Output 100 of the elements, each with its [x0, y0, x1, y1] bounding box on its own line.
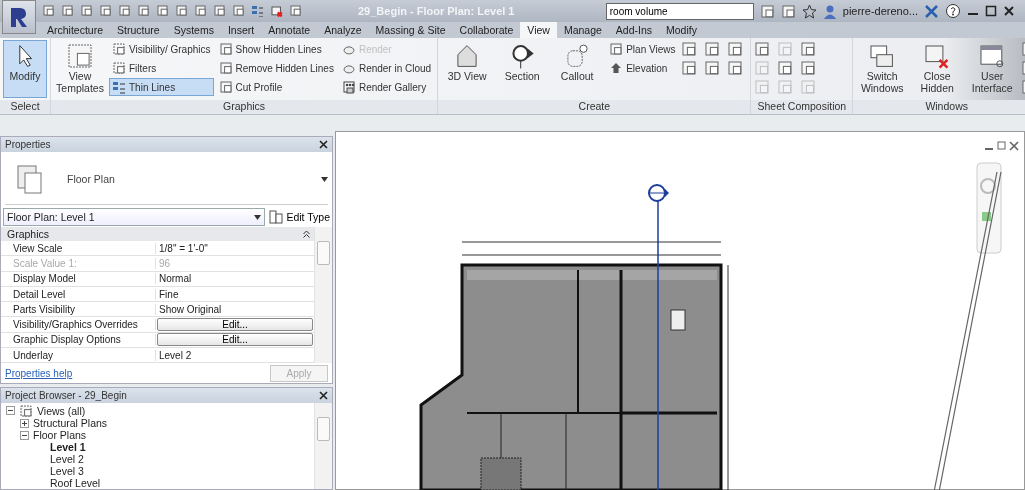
- property-value: 1/8" = 1'-0": [158, 242, 209, 254]
- ribbon-tool-button[interactable]: Visibility/ Graphics: [109, 40, 214, 58]
- property-name: Detail Level: [1, 288, 156, 300]
- property-name: View Scale: [1, 242, 156, 254]
- ribbon-tool-button[interactable]: Callout: [551, 40, 604, 98]
- ribbon-tool-button[interactable]: Elevation: [606, 59, 679, 77]
- user-icon: [822, 3, 837, 19]
- expand-icon[interactable]: [20, 418, 29, 428]
- close-icon[interactable]: [319, 140, 328, 149]
- ribbon-tab[interactable]: Structure: [110, 22, 167, 38]
- ribbon-tool-button[interactable]: Render Gallery: [338, 78, 435, 96]
- properties-help-link[interactable]: Properties help: [5, 367, 73, 379]
- property-name: Underlay: [1, 349, 156, 361]
- user-interface-icon: [979, 43, 1006, 69]
- ribbon-tab[interactable]: Annotate: [261, 22, 318, 38]
- drawing-canvas[interactable]: [335, 131, 1025, 490]
- callout-icon: [564, 43, 591, 69]
- ribbon-tab[interactable]: Massing & Site: [368, 22, 453, 38]
- search-field[interactable]: room volume: [605, 2, 754, 20]
- dropdown-caret-icon[interactable]: [321, 176, 328, 182]
- tree-item[interactable]: Level 3: [50, 465, 84, 478]
- ribbon-tool-button[interactable]: 3D View: [441, 40, 494, 98]
- star-icon[interactable]: [801, 3, 817, 19]
- view-templates-icon: [67, 43, 93, 69]
- ribbon-tool-button[interactable]: Render in Cloud: [338, 59, 435, 77]
- app-menu-button[interactable]: [2, 0, 36, 34]
- collapse-icon[interactable]: [303, 230, 311, 238]
- ribbon-tool-button[interactable]: Show Hidden Lines: [215, 40, 337, 58]
- scrollbar[interactable]: [314, 227, 332, 364]
- views-icon: [19, 403, 33, 418]
- property-name: Visibility/Graphics Overrides: [1, 319, 156, 331]
- window-title: 29_Begin - Floor Plan: Level 1: [358, 5, 516, 17]
- panel-title: Graphics: [51, 100, 438, 114]
- ribbon-tool-button[interactable]: Cut Profile: [215, 78, 337, 96]
- panel-title: Properties: [5, 139, 51, 150]
- edit-button[interactable]: Edit...: [157, 318, 314, 332]
- type-name: Floor Plan: [67, 173, 116, 185]
- property-value: 96: [158, 257, 172, 269]
- ribbon-tool-button[interactable]: Close Hidden: [911, 40, 964, 98]
- edit-button[interactable]: Edit...: [157, 333, 314, 347]
- ribbon-tool-button[interactable]: Plan Views: [606, 40, 679, 58]
- section-line-drawing[interactable]: [646, 182, 670, 490]
- dropdown-caret-icon: [254, 214, 262, 220]
- tree-item[interactable]: Views (all): [37, 404, 86, 417]
- tree-item[interactable]: Level 2: [50, 453, 84, 466]
- scrollbar[interactable]: [314, 403, 332, 489]
- tree-item[interactable]: Structural Plans: [33, 417, 108, 430]
- property-name: Scale Value 1:: [1, 257, 156, 269]
- maximize-icon[interactable]: [985, 5, 997, 17]
- view-window-controls-drawing[interactable]: [984, 140, 1020, 152]
- navigation-bar-drawing[interactable]: [976, 162, 1002, 254]
- ribbon-tab[interactable]: Add-Ins: [608, 22, 660, 38]
- close-hidden-icon: [924, 43, 951, 69]
- property-name: Display Model: [1, 273, 156, 285]
- ribbon-tab[interactable]: Modify: [659, 22, 704, 38]
- ribbon-tool-button[interactable]: Modify: [3, 40, 47, 98]
- panel-title: Windows: [853, 100, 1025, 114]
- ribbon-tab[interactable]: Manage: [556, 22, 609, 38]
- ribbon-tab[interactable]: Architecture: [40, 22, 111, 38]
- tree-item[interactable]: Level 1: [50, 441, 86, 454]
- edit-type-button[interactable]: Edit Type: [269, 210, 330, 224]
- panel-title: Project Browser - 29_Begin: [5, 390, 127, 402]
- panel-title: Select: [0, 100, 50, 114]
- ribbon-tool-button[interactable]: Section: [496, 40, 549, 98]
- ribbon-tab[interactable]: Collaborate: [452, 22, 521, 38]
- ribbon-tab[interactable]: Systems: [166, 22, 221, 38]
- panel-title: Sheet Composition: [751, 100, 853, 114]
- switch-windows-icon: [869, 43, 896, 69]
- section-marker-icon: [509, 43, 536, 69]
- close-icon[interactable]: [319, 391, 328, 401]
- exchange-icon[interactable]: [924, 3, 939, 19]
- render-gallery-icon: [341, 80, 356, 94]
- logo-icon: [8, 5, 30, 29]
- panel-title: Create: [438, 100, 751, 114]
- ribbon-tool-button[interactable]: Switch Windows: [856, 40, 909, 98]
- ribbon-tool-button[interactable]: User Interface: [966, 40, 1019, 98]
- collapse-icon[interactable]: [6, 406, 15, 416]
- thin-lines-icon: [251, 3, 264, 17]
- ribbon-tool-button[interactable]: Remove Hidden Lines: [215, 59, 337, 77]
- ribbon-tool-button[interactable]: Thin Lines: [109, 78, 214, 96]
- tree-item[interactable]: Roof Level: [50, 477, 101, 489]
- property-name: Parts Visibility: [1, 303, 156, 315]
- ribbon-tool-button[interactable]: View Templates: [54, 40, 106, 98]
- help-icon[interactable]: [945, 3, 961, 19]
- edit-type-icon: [269, 210, 284, 224]
- close-windows-icon: [270, 3, 283, 17]
- ribbon-tab[interactable]: Insert: [220, 22, 262, 38]
- tree-item[interactable]: Floor Plans: [33, 429, 87, 442]
- elevation-icon: [609, 61, 624, 75]
- user-name[interactable]: pierre-dereno...: [842, 5, 918, 17]
- ribbon-tool-button[interactable]: Filters: [109, 59, 214, 77]
- property-value: Fine: [158, 288, 180, 300]
- collapse-icon[interactable]: [20, 430, 29, 440]
- ribbon-tab[interactable]: View: [520, 22, 557, 38]
- view-selector[interactable]: Floor Plan: Level 1: [3, 208, 266, 226]
- property-value: Level 2: [158, 349, 193, 361]
- property-value: Show Original: [158, 303, 223, 315]
- close-icon[interactable]: [1003, 5, 1015, 17]
- ribbon-tab[interactable]: Analyze: [317, 22, 369, 38]
- property-name: Graphic Display Options: [1, 334, 156, 346]
